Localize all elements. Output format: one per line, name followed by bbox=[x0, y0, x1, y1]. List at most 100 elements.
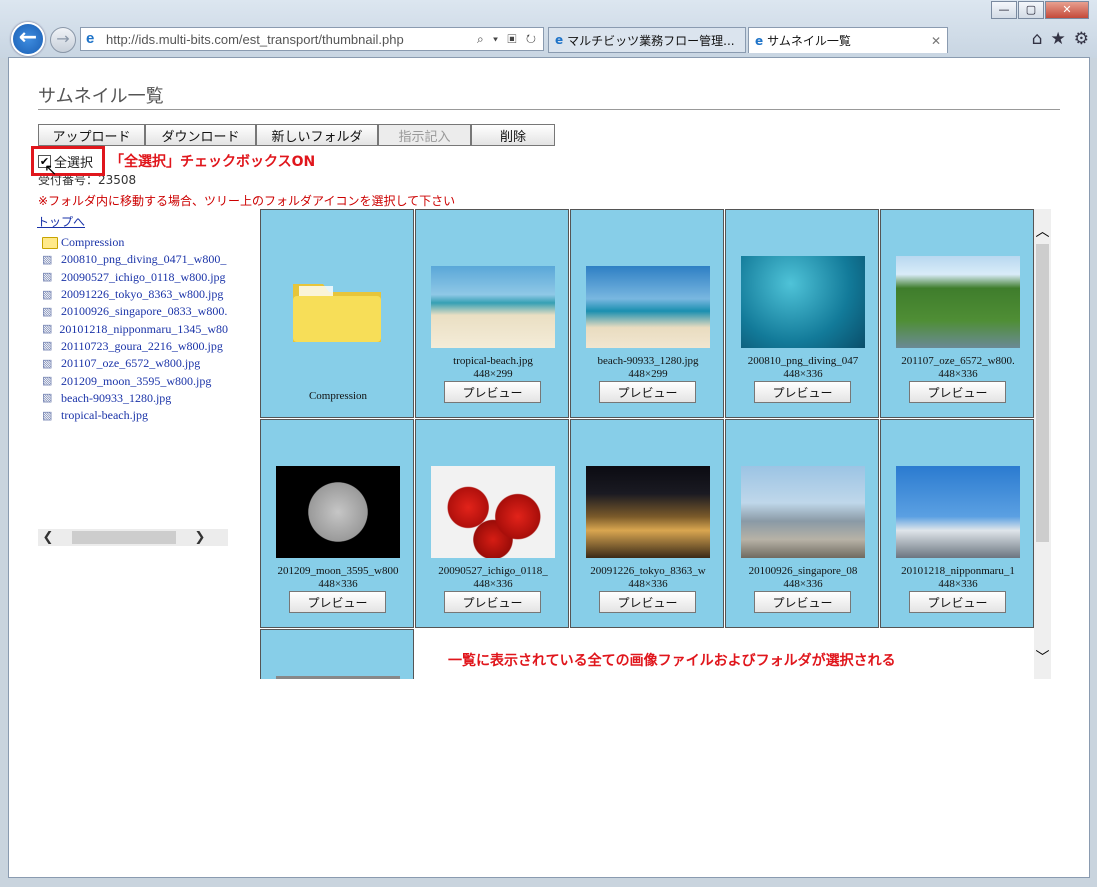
home-icon[interactable]: ⌂ bbox=[1032, 29, 1043, 49]
browser-icons: ⌂ ★ ⚙ bbox=[1032, 29, 1089, 49]
tree-item-label[interactable]: 200810_png_diving_0471_w800_ bbox=[61, 252, 226, 267]
thumbnail-grid: Compression tropical-beach.jpg 448×299 プレビュ… bbox=[260, 209, 1034, 679]
tree-item-label[interactable]: 20091226_tokyo_8363_w800.jpg bbox=[61, 287, 223, 302]
tree-file[interactable]: ▧ 201107_oze_6572_w800.jpg bbox=[42, 355, 228, 372]
tree-item-label[interactable]: Compression bbox=[61, 235, 124, 250]
tile-dimensions: 448×336 bbox=[783, 578, 823, 590]
tree-horizontal-scrollbar[interactable]: ❮ ❯ bbox=[38, 529, 228, 546]
address-tools[interactable]: ⌕ ▾ ▣ ↻ bbox=[477, 32, 539, 47]
tree-file[interactable]: ▧ beach-90933_1280.jpg bbox=[42, 390, 228, 407]
tree-item-label[interactable]: 201107_oze_6572_w800.jpg bbox=[61, 356, 200, 371]
tree-item-label[interactable]: tropical-beach.jpg bbox=[61, 408, 148, 423]
close-tab-icon[interactable]: ✕ bbox=[931, 34, 941, 48]
image-thumbnail[interactable] bbox=[896, 256, 1020, 348]
grid-vertical-scrollbar[interactable]: ︿ ﹀ bbox=[1034, 209, 1051, 679]
tree-folder[interactable]: Compression bbox=[42, 234, 228, 251]
preview-button[interactable]: プレビュー bbox=[289, 591, 386, 613]
tree-file[interactable]: ▧ 20100926_singapore_0833_w800. bbox=[42, 303, 228, 320]
image-thumbnail[interactable] bbox=[431, 266, 555, 348]
scroll-thumb[interactable] bbox=[72, 531, 176, 544]
tree-file[interactable]: ▧ 20110723_goura_2216_w800.jpg bbox=[42, 338, 228, 355]
tree-item-label[interactable]: beach-90933_1280.jpg bbox=[61, 391, 171, 406]
upload-button[interactable]: アップロード bbox=[38, 124, 145, 146]
image-tile[interactable]: 200810_png_diving_047 448×336 プレビュー bbox=[725, 209, 879, 418]
image-thumbnail[interactable] bbox=[276, 466, 400, 558]
image-tile[interactable]: tropical-beach.jpg 448×299 プレビュー bbox=[415, 209, 569, 418]
tab-workflow[interactable]: e マルチビッツ業務フロー管理... bbox=[548, 27, 746, 53]
tree-file[interactable]: ▧ tropical-beach.jpg bbox=[42, 407, 228, 424]
window-controls: — ▢ ✕ bbox=[991, 1, 1089, 19]
scroll-thumb[interactable] bbox=[1036, 244, 1049, 542]
tree-file[interactable]: ▧ 20091226_tokyo_8363_w800.jpg bbox=[42, 286, 228, 303]
image-tile[interactable]: 201107_oze_6572_w800. 448×336 プレビュー bbox=[880, 209, 1034, 418]
image-thumbnail[interactable] bbox=[586, 266, 710, 348]
scroll-left-icon[interactable]: ❮ bbox=[38, 530, 58, 545]
image-file-icon[interactable]: ▧ bbox=[42, 254, 58, 266]
download-button[interactable]: ダウンロード bbox=[145, 124, 256, 146]
scroll-right-icon[interactable]: ❯ bbox=[190, 530, 210, 545]
tree-file[interactable]: ▧ 201209_moon_3595_w800.jpg bbox=[42, 372, 228, 389]
star-icon[interactable]: ★ bbox=[1051, 29, 1066, 49]
instruction-button[interactable]: 指示記入 bbox=[378, 124, 471, 146]
scroll-up-icon[interactable]: ︿ bbox=[1034, 221, 1051, 241]
forward-button[interactable]: → bbox=[50, 27, 76, 53]
image-file-icon[interactable]: ▧ bbox=[42, 289, 58, 301]
image-file-icon[interactable]: ▧ bbox=[42, 271, 58, 283]
image-thumbnail[interactable] bbox=[741, 256, 865, 348]
new-folder-button[interactable]: 新しいフォルダ bbox=[256, 124, 378, 146]
image-tile[interactable]: 20101218_nipponmaru_1 448×336 プレビュー bbox=[880, 419, 1034, 628]
preview-button[interactable]: プレビュー bbox=[599, 591, 696, 613]
tree-file[interactable]: ▧ 200810_png_diving_0471_w800_ bbox=[42, 251, 228, 268]
image-file-icon[interactable]: ▧ bbox=[42, 358, 58, 370]
image-thumbnail[interactable] bbox=[586, 466, 710, 558]
image-thumbnail[interactable] bbox=[741, 466, 865, 558]
image-tile[interactable]: 20091226_tokyo_8363_w 448×336 プレビュー bbox=[570, 419, 724, 628]
image-file-icon[interactable]: ▧ bbox=[42, 375, 58, 387]
delete-button[interactable]: 削除 bbox=[471, 124, 555, 146]
preview-button[interactable]: プレビュー bbox=[754, 381, 851, 403]
image-file-icon[interactable]: ▧ bbox=[42, 410, 58, 422]
tab-label: サムネイル一覧 bbox=[767, 34, 851, 48]
url-text[interactable]: http://ids.multi-bits.com/est_transport/… bbox=[106, 32, 477, 47]
tree-file[interactable]: ▧ 20101218_nipponmaru_1345_w80 bbox=[42, 320, 228, 337]
image-thumbnail[interactable] bbox=[276, 676, 400, 679]
image-tile[interactable]: 20090527_ichigo_0118_ 448×336 プレビュー bbox=[415, 419, 569, 628]
image-file-icon[interactable]: ▧ bbox=[42, 340, 58, 352]
preview-button[interactable]: プレビュー bbox=[599, 381, 696, 403]
tab-thumbnail[interactable]: e サムネイル一覧 ✕ bbox=[748, 27, 948, 53]
select-all-highlight[interactable]: ✔ 全選択 bbox=[31, 146, 105, 176]
tile-dimensions: 448×336 bbox=[318, 578, 358, 590]
address-bar[interactable]: e http://ids.multi-bits.com/est_transpor… bbox=[80, 27, 544, 51]
image-file-icon[interactable]: ▧ bbox=[42, 392, 58, 404]
image-tile[interactable]: beach-90933_1280.jpg 448×299 プレビュー bbox=[570, 209, 724, 418]
preview-button[interactable]: プレビュー bbox=[909, 591, 1006, 613]
close-window-button[interactable]: ✕ bbox=[1045, 1, 1089, 19]
image-tile[interactable] bbox=[260, 629, 414, 679]
tree-item-label[interactable]: 20110723_goura_2216_w800.jpg bbox=[61, 339, 223, 354]
folder-tile[interactable]: Compression bbox=[260, 209, 414, 418]
preview-button[interactable]: プレビュー bbox=[909, 381, 1006, 403]
folder-tree: Compression ▧ 200810_png_diving_0471_w800_… bbox=[42, 234, 228, 434]
maximize-button[interactable]: ▢ bbox=[1018, 1, 1044, 19]
tree-item-label[interactable]: 20100926_singapore_0833_w800. bbox=[61, 304, 227, 319]
back-button[interactable]: ← bbox=[11, 22, 45, 56]
minimize-button[interactable]: — bbox=[991, 1, 1017, 19]
to-top-link[interactable]: トップへ bbox=[37, 213, 85, 230]
tree-item-label[interactable]: 20101218_nipponmaru_1345_w80 bbox=[59, 322, 228, 337]
preview-button[interactable]: プレビュー bbox=[444, 591, 541, 613]
image-tile[interactable]: 20100926_singapore_08 448×336 プレビュー bbox=[725, 419, 879, 628]
scroll-down-icon[interactable]: ﹀ bbox=[1034, 647, 1051, 667]
folder-icon[interactable] bbox=[42, 236, 58, 249]
tree-file[interactable]: ▧ 20090527_ichigo_0118_w800.jpg bbox=[42, 269, 228, 286]
folder-icon[interactable] bbox=[289, 274, 385, 346]
image-thumbnail[interactable] bbox=[431, 466, 555, 558]
tree-item-label[interactable]: 20090527_ichigo_0118_w800.jpg bbox=[61, 270, 226, 285]
preview-button[interactable]: プレビュー bbox=[754, 591, 851, 613]
preview-button[interactable]: プレビュー bbox=[444, 381, 541, 403]
gear-icon[interactable]: ⚙ bbox=[1074, 29, 1089, 49]
image-file-icon[interactable]: ▧ bbox=[42, 323, 56, 335]
image-tile[interactable]: 201209_moon_3595_w800 448×336 プレビュー bbox=[260, 419, 414, 628]
image-thumbnail[interactable] bbox=[896, 466, 1020, 558]
image-file-icon[interactable]: ▧ bbox=[42, 306, 58, 318]
tree-item-label[interactable]: 201209_moon_3595_w800.jpg bbox=[61, 374, 211, 389]
